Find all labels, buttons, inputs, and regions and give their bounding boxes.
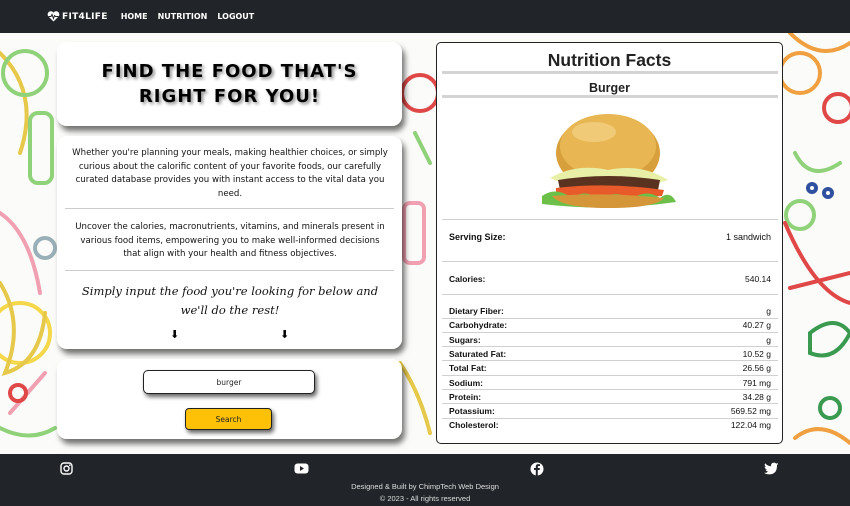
nav-link-home[interactable]: HOME — [121, 12, 148, 21]
nutrient-row: Saturated Fat: 10.52 g — [449, 349, 771, 359]
food-name: Burger — [589, 81, 630, 95]
nutrient-value: 34.28 g — [742, 391, 771, 402]
info-card: Whether you're planning your meals, maki… — [57, 136, 402, 349]
footer: Designed & Built by ChimpTech Web Design… — [0, 454, 850, 506]
serving-size-label: Serving Size: — [449, 232, 506, 242]
instagram-icon[interactable] — [60, 462, 73, 475]
facebook-icon[interactable] — [530, 462, 544, 476]
divider — [442, 294, 778, 295]
search-button[interactable]: Search — [185, 408, 272, 430]
navbar: FIT4LIFE HOME NUTRITION LOGOUT — [0, 0, 850, 33]
serving-size-row: Serving Size: 1 sandwich — [449, 232, 771, 242]
search-prompt: Simply input the food you're looking for… — [81, 284, 379, 317]
divider — [442, 331, 778, 333]
nutrient-label: Sugars: — [449, 334, 481, 345]
divider — [442, 261, 778, 262]
nutrient-value: 569.52 mg — [730, 406, 771, 417]
nutrient-row: Protein: 34.28 g — [449, 392, 771, 402]
page-title: FIND THE FOOD THAT'S RIGHT FOR YOU! — [101, 61, 358, 107]
nutrient-row: Potassium: 569.52 mg — [449, 406, 771, 416]
nutrient-row: Carbohydrate: 40.27 g — [449, 320, 771, 330]
divider — [442, 417, 778, 419]
divider — [442, 95, 778, 98]
divider — [442, 317, 778, 319]
nutrient-label: Total Fat: — [449, 363, 487, 374]
nutrient-value: 10.52 g — [742, 348, 771, 359]
divider — [65, 270, 394, 271]
calories-value: 540.14 — [745, 274, 771, 284]
footer-credit: Designed & Built by ChimpTech Web Design… — [0, 481, 850, 504]
nutrition-facts-panel: Nutrition Facts Burger Serving Size: 1 s… — [436, 42, 783, 444]
burger-image — [542, 114, 676, 208]
nutrition-facts-title: Nutrition Facts — [547, 50, 672, 70]
divider — [442, 360, 778, 362]
footer-copyright: © 2023 - All rights reserved — [379, 493, 471, 503]
calories-row: Calories: 540.14 — [449, 274, 771, 284]
details-paragraph: Uncover the calories, macronutrients, vi… — [75, 222, 385, 259]
nutrient-label: Potassium: — [449, 406, 495, 417]
nutrient-label: Protein: — [449, 391, 482, 402]
nutrient-label: Saturated Fat: — [449, 348, 507, 359]
youtube-icon[interactable] — [294, 462, 309, 475]
twitter-icon[interactable] — [764, 462, 779, 475]
nutrient-row: Sodium: 791 mg — [449, 378, 771, 388]
divider — [442, 403, 778, 405]
food-search-input[interactable] — [143, 370, 315, 394]
intro-paragraph: Whether you're planning your meals, maki… — [72, 148, 388, 199]
heart-pulse-icon — [47, 11, 60, 22]
nutrient-label: Cholesterol: — [449, 420, 499, 431]
arrow-down-icon: ⬇ — [170, 328, 180, 341]
footer-designer-text: Designed & Built by ChimpTech Web Design — [351, 482, 499, 491]
calories-label: Calories: — [449, 274, 486, 284]
brand-name: FIT4LIFE — [62, 11, 108, 22]
arrow-down-icon: ⬇ — [280, 328, 290, 341]
divider — [442, 389, 778, 390]
nutrient-label: Sodium: — [449, 377, 483, 388]
nutrient-row: Dietary Fiber: g — [449, 306, 771, 316]
divider — [442, 346, 778, 348]
nutrient-value: g — [766, 334, 771, 345]
hero-card: FIND THE FOOD THAT'S RIGHT FOR YOU! — [57, 42, 402, 126]
nav-link-logout[interactable]: LOGOUT — [217, 12, 254, 21]
search-card: Search — [57, 359, 402, 439]
nutrient-value: 122.04 mg — [730, 420, 771, 431]
divider — [442, 374, 778, 376]
nav-link-nutrition[interactable]: NUTRITION — [158, 12, 208, 21]
divider — [442, 219, 778, 220]
nutrient-row: Total Fat: 26.56 g — [449, 363, 771, 373]
divider — [65, 208, 394, 209]
nutrient-row: Sugars: g — [449, 335, 771, 345]
divider — [442, 71, 778, 74]
brand-logo[interactable]: FIT4LIFE — [47, 11, 108, 22]
nutrient-label: Dietary Fiber: — [449, 306, 504, 316]
nutrient-row: Cholesterol: 122.04 mg — [449, 420, 771, 430]
nutrient-value: g — [766, 306, 771, 316]
nutrient-label: Carbohydrate: — [449, 320, 508, 331]
nutrient-value: 26.56 g — [742, 363, 771, 374]
nutrient-value: 40.27 g — [742, 320, 771, 331]
serving-size-value: 1 sandwich — [725, 232, 771, 242]
nutrient-value: 791 mg — [742, 377, 771, 388]
